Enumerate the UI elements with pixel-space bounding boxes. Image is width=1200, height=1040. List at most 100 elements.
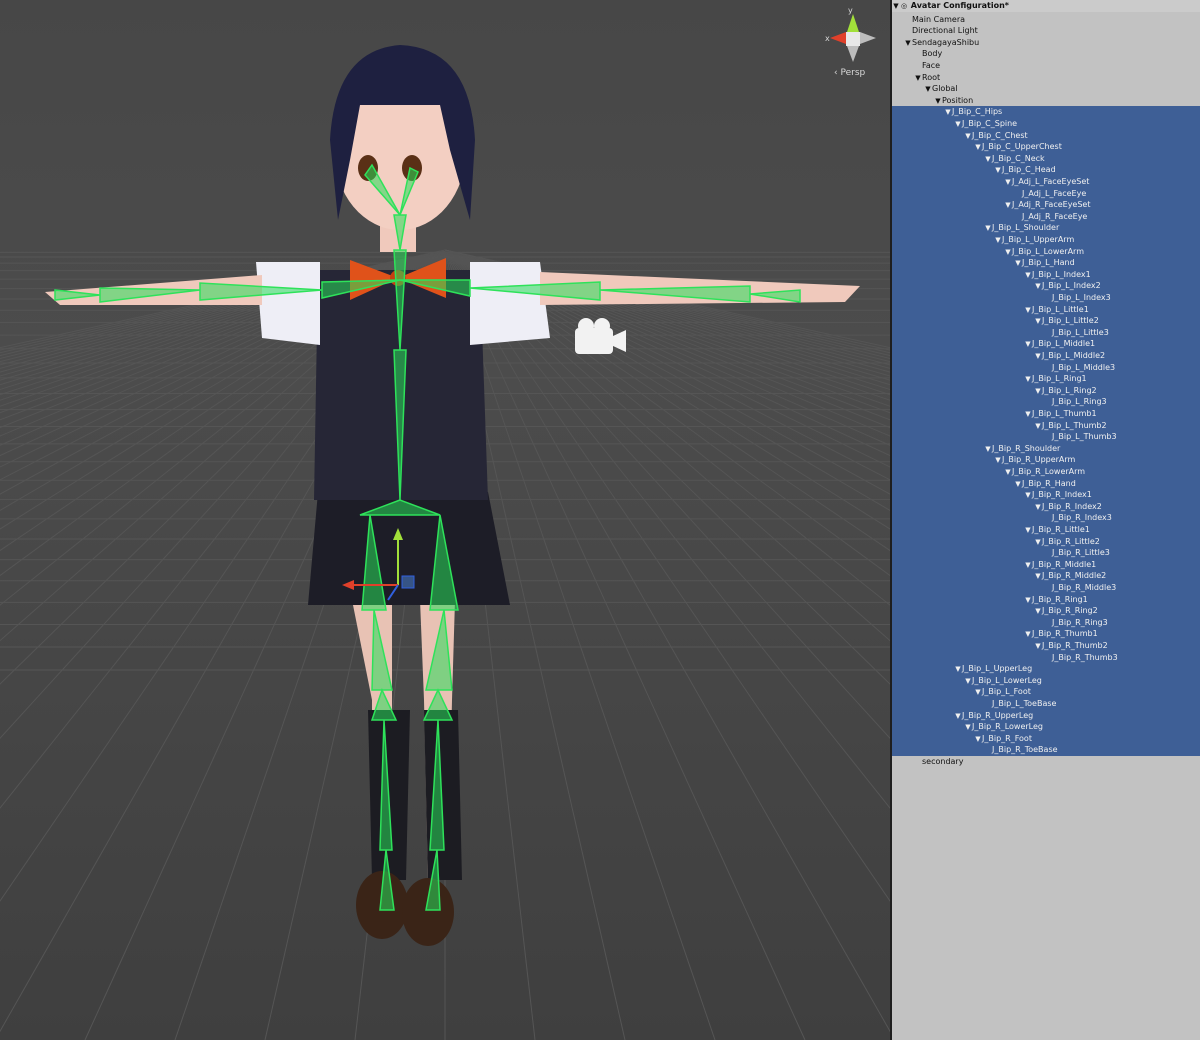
hierarchy-row[interactable]: ▼J_Bip_R_Little1 bbox=[892, 524, 1200, 536]
projection-label[interactable]: ‹ Persp bbox=[834, 68, 865, 78]
hierarchy-row-label: Directional Light bbox=[912, 26, 978, 36]
hierarchy-row[interactable]: ▼J_Adj_L_FaceEyeSet bbox=[892, 176, 1200, 188]
hierarchy-row-label: J_Bip_R_Little2 bbox=[1042, 536, 1100, 546]
unity-editor: y x ‹ Persp ▼ ◎ Avatar Configuration* Mai… bbox=[0, 0, 1200, 1040]
hierarchy-row[interactable]: ▼J_Bip_R_Shoulder bbox=[892, 442, 1200, 455]
hierarchy-row[interactable]: ▼J_Bip_L_LowerLeg bbox=[892, 674, 1200, 687]
hierarchy-row-label: J_Bip_R_UpperArm bbox=[1002, 455, 1076, 465]
hierarchy-row-label: J_Bip_R_ToeBase bbox=[992, 745, 1058, 755]
hierarchy-row[interactable]: ▼J_Bip_L_UpperArm bbox=[892, 234, 1200, 246]
hierarchy-row-label: J_Bip_C_Spine bbox=[962, 119, 1018, 128]
hierarchy-row[interactable]: ▼J_Bip_R_Middle1 bbox=[892, 558, 1200, 571]
hierarchy-row[interactable]: ▼J_Bip_R_Ring2 bbox=[892, 605, 1200, 617]
hierarchy-row-label: J_Bip_L_Thumb2 bbox=[1042, 420, 1107, 430]
hierarchy-row-label: SendagayaShibu bbox=[912, 37, 980, 47]
hierarchy-row-label: Global bbox=[932, 84, 958, 94]
hierarchy-row[interactable]: ▼J_Bip_L_Index2 bbox=[892, 280, 1200, 292]
hierarchy-row[interactable]: ▼J_Bip_L_UpperLeg bbox=[892, 663, 1200, 675]
hierarchy-row[interactable]: ▼J_Bip_L_Little2 bbox=[892, 315, 1200, 327]
hierarchy-row-label: J_Bip_L_Thumb1 bbox=[1032, 409, 1097, 418]
hierarchy-row[interactable]: ▼J_Bip_R_LowerArm bbox=[892, 466, 1200, 478]
hierarchy-row[interactable]: Body bbox=[892, 48, 1200, 60]
hierarchy-row[interactable]: J_Bip_L_Little3 bbox=[892, 326, 1200, 339]
hierarchy-row[interactable]: ▼J_Bip_L_Ring1 bbox=[892, 373, 1200, 385]
hierarchy-row[interactable]: ▼J_Bip_R_Index1 bbox=[892, 489, 1200, 501]
hierarchy-row[interactable]: ▼J_Bip_R_Little2 bbox=[892, 535, 1200, 548]
hierarchy-row[interactable]: J_Bip_R_Thumb3 bbox=[892, 651, 1200, 664]
hierarchy-row-label: J_Bip_L_Index3 bbox=[1052, 293, 1111, 302]
hierarchy-row[interactable]: J_Adj_R_FaceEye bbox=[892, 210, 1200, 223]
hierarchy-row-label: J_Bip_L_Thumb3 bbox=[1052, 432, 1117, 442]
hierarchy-row[interactable]: ▼J_Bip_L_Middle2 bbox=[892, 350, 1200, 362]
hierarchy-row[interactable]: ▼J_Bip_L_Index1 bbox=[892, 268, 1200, 281]
hierarchy-row[interactable]: secondary bbox=[892, 756, 1200, 768]
hierarchy-row[interactable]: J_Bip_L_Ring3 bbox=[892, 396, 1200, 408]
hierarchy-row[interactable]: J_Bip_R_Ring3 bbox=[892, 616, 1200, 629]
hierarchy-row[interactable]: ▼J_Bip_L_LowerArm bbox=[892, 245, 1200, 258]
hierarchy-row-label: Root bbox=[922, 72, 941, 82]
hierarchy-row[interactable]: ▼J_Bip_C_UpperChest bbox=[892, 141, 1200, 153]
hierarchy-row-label: J_Bip_L_Middle3 bbox=[1052, 362, 1116, 372]
hierarchy-row[interactable]: J_Bip_R_Little3 bbox=[892, 547, 1200, 559]
hierarchy-row[interactable]: ▼J_Bip_R_Middle2 bbox=[892, 570, 1200, 582]
hierarchy-row[interactable]: J_Bip_L_Thumb3 bbox=[892, 431, 1200, 443]
hierarchy-row[interactable]: ▼J_Bip_R_Foot bbox=[892, 732, 1200, 745]
chevron-down-icon[interactable]: ▼ bbox=[892, 1, 900, 13]
hierarchy-row-label: J_Bip_R_LowerArm bbox=[1012, 467, 1086, 476]
hierarchy-row[interactable]: ▼J_Bip_R_UpperArm bbox=[892, 454, 1200, 466]
hierarchy-row[interactable]: ▼Position bbox=[892, 95, 1200, 107]
hierarchy-row[interactable]: ▼J_Bip_L_Little1 bbox=[892, 303, 1200, 316]
hierarchy-row[interactable]: J_Adj_L_FaceEye bbox=[892, 187, 1200, 200]
hierarchy-row[interactable]: ▼J_Bip_L_Ring2 bbox=[892, 384, 1200, 397]
hierarchy-row[interactable]: J_Bip_L_Index3 bbox=[892, 292, 1200, 304]
hierarchy-row[interactable]: ▼J_Bip_R_UpperLeg bbox=[892, 709, 1200, 722]
hierarchy-row-label: J_Bip_R_Middle1 bbox=[1032, 559, 1097, 569]
hierarchy-row[interactable]: ▼J_Adj_R_FaceEyeSet bbox=[892, 199, 1200, 211]
hierarchy-row[interactable]: ▼J_Bip_C_Neck bbox=[892, 152, 1200, 165]
scene-view[interactable]: y x ‹ Persp bbox=[0, 0, 890, 1040]
hierarchy-row[interactable]: ▼J_Bip_R_Index2 bbox=[892, 500, 1200, 513]
hierarchy-row[interactable]: J_Bip_R_ToeBase bbox=[892, 744, 1200, 756]
hierarchy-row-label: J_Bip_C_UpperChest bbox=[982, 142, 1062, 152]
hierarchy-row-label: J_Bip_R_Index3 bbox=[1052, 513, 1112, 523]
hierarchy-row-label: J_Bip_L_Little2 bbox=[1042, 316, 1099, 326]
hierarchy-row[interactable]: ▼J_Bip_R_Thumb2 bbox=[892, 640, 1200, 652]
hierarchy-row[interactable]: ▼J_Bip_L_Thumb2 bbox=[892, 419, 1200, 432]
hierarchy-row[interactable]: ▼J_Bip_R_Thumb1 bbox=[892, 628, 1200, 640]
hierarchy-row[interactable]: J_Bip_L_Middle3 bbox=[892, 361, 1200, 374]
hierarchy-row[interactable]: ▼Root bbox=[892, 72, 1200, 84]
hierarchy-row[interactable]: J_Bip_L_ToeBase bbox=[892, 698, 1200, 710]
hierarchy-row[interactable]: ▼SendagayaShibu bbox=[892, 37, 1200, 49]
hierarchy-row[interactable]: Face bbox=[892, 60, 1200, 72]
hierarchy-panel[interactable]: ▼ ◎ Avatar Configuration* Main Camera Dire… bbox=[892, 0, 1200, 1040]
hierarchy-row[interactable]: ▼J_Bip_C_Hips bbox=[892, 106, 1200, 118]
hierarchy-row-label: J_Bip_R_Middle2 bbox=[1042, 571, 1107, 581]
hierarchy-row-label: J_Bip_L_LowerArm bbox=[1012, 246, 1084, 256]
hierarchy-row[interactable]: ▼J_Bip_R_Hand bbox=[892, 477, 1200, 490]
hierarchy-row[interactable]: J_Bip_R_Middle3 bbox=[892, 582, 1200, 594]
hierarchy-row[interactable]: ▼J_Bip_L_Thumb1 bbox=[892, 408, 1200, 420]
hierarchy-row-label: J_Bip_L_Little3 bbox=[1052, 327, 1109, 337]
hierarchy-row-label: J_Bip_L_Ring3 bbox=[1052, 397, 1107, 407]
hierarchy-row[interactable]: ▼J_Bip_L_Hand bbox=[892, 257, 1200, 269]
hierarchy-scene-header[interactable]: ▼ ◎ Avatar Configuration* bbox=[892, 0, 1200, 12]
hierarchy-row[interactable]: ▼J_Bip_R_LowerLeg bbox=[892, 721, 1200, 733]
right-sleeve bbox=[470, 262, 550, 345]
hierarchy-row[interactable]: ▼J_Bip_L_Middle1 bbox=[892, 338, 1200, 350]
hierarchy-row[interactable]: ▼J_Bip_L_Shoulder bbox=[892, 222, 1200, 234]
hierarchy-row-label: J_Bip_L_Middle1 bbox=[1032, 339, 1096, 349]
hierarchy-row[interactable]: J_Bip_R_Index3 bbox=[892, 512, 1200, 524]
gizmo-plane-handle[interactable] bbox=[401, 575, 415, 589]
hierarchy-row[interactable]: ▼J_Bip_C_Head bbox=[892, 164, 1200, 176]
hierarchy-row[interactable]: Main Camera bbox=[892, 14, 1200, 26]
hierarchy-row[interactable]: ▼J_Bip_C_Spine bbox=[892, 118, 1200, 130]
hierarchy-row[interactable]: ▼J_Bip_L_Foot bbox=[892, 686, 1200, 698]
gizmo-center-cube[interactable] bbox=[846, 32, 860, 46]
hierarchy-row-label: J_Bip_L_UpperLeg bbox=[962, 664, 1033, 674]
hierarchy-row-label: J_Adj_L_FaceEye bbox=[1022, 188, 1087, 198]
hierarchy-row[interactable]: ▼Global bbox=[892, 83, 1200, 95]
hierarchy-row[interactable]: ▼J_Bip_R_Ring1 bbox=[892, 593, 1200, 606]
hierarchy-row[interactable]: Directional Light bbox=[892, 25, 1200, 37]
hierarchy-row[interactable]: ▼J_Bip_C_Chest bbox=[892, 129, 1200, 142]
hierarchy-row-label: J_Bip_R_LowerLeg bbox=[972, 722, 1043, 732]
